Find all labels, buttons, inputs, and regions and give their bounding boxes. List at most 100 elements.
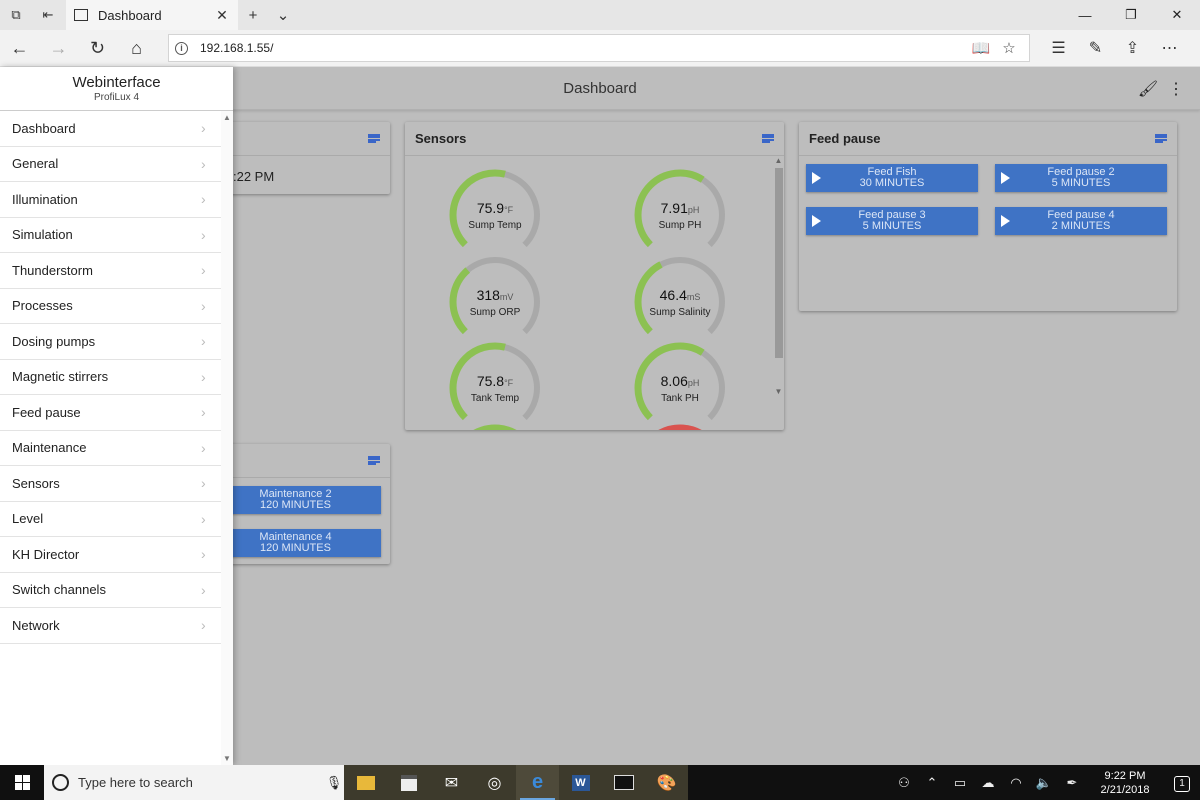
terminal-icon[interactable] [602, 765, 645, 800]
tab-preview-chevron-icon[interactable]: ⌄ [268, 0, 298, 30]
sidebar-item-label: Network [12, 617, 60, 633]
browser-tab[interactable]: Dashboard ✕ [66, 0, 238, 30]
sidebar-item-label: Feed pause [12, 404, 81, 420]
sidebar-item-sensors[interactable]: Sensors › [0, 466, 221, 502]
battery-icon[interactable]: ▭ [946, 775, 974, 791]
start-button[interactable] [0, 765, 44, 800]
sidebar-item-general[interactable]: General › [0, 147, 221, 182]
sidebar-item-label: Sensors [12, 475, 60, 491]
share-icon[interactable]: ⇪ [1114, 30, 1151, 67]
sidebar-item-kh-director[interactable]: KH Director › [0, 537, 221, 573]
feed-pause-button[interactable]: Feed pause 3 5 MINUTES [806, 207, 978, 235]
sidebar-item-dashboard[interactable]: Dashboard › [0, 111, 221, 147]
sidebar-item-processes[interactable]: Processes › [0, 289, 221, 324]
scroll-down-icon[interactable]: ▼ [773, 387, 784, 396]
store-icon[interactable] [387, 765, 430, 800]
favorite-star-icon[interactable]: ☆ [995, 39, 1023, 57]
back-icon[interactable]: ← [0, 30, 39, 67]
sensors-card: Sensors 75.9°F Sump Temp 7.91pH Sump PH 318m… [405, 122, 784, 430]
paint-icon[interactable]: 🎨 [645, 765, 688, 800]
clock[interactable]: 9:22 PM 2/21/2018 [1086, 769, 1164, 797]
sidebar-item-network[interactable]: Network › [0, 608, 221, 644]
new-tab-icon[interactable]: + [238, 0, 268, 30]
search-placeholder[interactable]: Type here to search [78, 775, 324, 790]
sidebar-item-switch-channels[interactable]: Switch channels › [0, 573, 221, 608]
pen-icon[interactable]: ✒ [1058, 775, 1086, 791]
favorites-hub-icon[interactable]: ☰ [1040, 30, 1077, 67]
volume-icon[interactable]: 🔈 [1030, 775, 1058, 791]
maintenance-button[interactable]: Maintenance 2 120 MINUTES [210, 486, 381, 514]
edge-icon[interactable]: e [516, 765, 559, 800]
chevron-up-icon[interactable]: ⌃ [918, 775, 946, 791]
sidebar: Webinterface ProfiLux 4 Dashboard › Genera… [0, 67, 233, 765]
card-menu-icon[interactable] [1155, 133, 1167, 144]
gauge-value: 318mV [476, 287, 514, 303]
tab-actions-icon[interactable]: ⧉ [0, 0, 32, 30]
refresh-icon[interactable]: ↻ [78, 30, 117, 67]
tab-title: Dashboard [98, 7, 162, 23]
url-text[interactable]: 192.168.1.55/ [200, 41, 967, 55]
microphone-icon[interactable]: 🎙 [324, 775, 344, 791]
sidebar-item-dosing-pumps[interactable]: Dosing pumps › [0, 324, 221, 360]
gauge-partial [445, 420, 545, 430]
web-note-icon[interactable]: ✎ [1077, 30, 1114, 67]
sidebar-item-label: Switch channels [12, 582, 106, 598]
play-icon [812, 215, 821, 227]
groove-music-icon[interactable]: ◎ [473, 765, 516, 800]
clock-date: 2/21/2018 [1100, 783, 1150, 796]
chevron-right-icon: › [201, 475, 206, 492]
sensors-scrollbar[interactable]: ▲ ▼ [773, 156, 784, 396]
feed-pause-button[interactable]: Feed Fish 30 MINUTES [806, 164, 978, 192]
card-menu-icon[interactable] [368, 133, 380, 144]
sidebar-item-level[interactable]: Level › [0, 502, 221, 537]
gauge-unit: pH [687, 378, 700, 388]
address-bar[interactable]: i 192.168.1.55/ 📖 ☆ [168, 34, 1030, 62]
gauge-label: Sump Salinity [649, 307, 711, 318]
sidebar-scrollbar[interactable]: ▲ ▼ [221, 111, 233, 765]
taskbar-search[interactable]: Type here to search 🎙 [44, 765, 344, 800]
time-value: :22 PM [233, 169, 275, 184]
site-info-icon[interactable]: i [175, 41, 188, 55]
feed-pause-button[interactable]: Feed pause 4 2 MINUTES [995, 207, 1167, 235]
sidebar-menu: Dashboard › General › Illumination › Simulatio… [0, 111, 221, 644]
brush-icon[interactable]: 🖌 [1134, 79, 1162, 99]
taskbar: Type here to search 🎙 ✉ ◎ e W 🎨 ⚇ ⌃ ▭ ☁ … [0, 765, 1200, 800]
mail-icon[interactable]: ✉ [430, 765, 473, 800]
sidebar-item-magnetic-stirrers[interactable]: Magnetic stirrers › [0, 360, 221, 395]
scroll-up-icon[interactable]: ▲ [773, 156, 784, 165]
feed-pause-button[interactable]: Feed pause 2 5 MINUTES [995, 164, 1167, 192]
cortana-icon[interactable] [52, 774, 69, 791]
scroll-down-icon[interactable]: ▼ [221, 754, 233, 763]
card-menu-icon[interactable] [762, 133, 774, 144]
reading-view-icon[interactable]: 📖 [967, 39, 995, 57]
scroll-thumb[interactable] [775, 168, 783, 358]
scroll-up-icon[interactable]: ▲ [221, 113, 233, 122]
sidebar-item-feed-pause[interactable]: Feed pause › [0, 395, 221, 431]
chevron-right-icon: › [201, 368, 206, 385]
maintenance-button[interactable]: Maintenance 4 120 MINUTES [210, 529, 381, 557]
sensor-gauge: 7.91pH Sump PH [630, 165, 730, 265]
set-tabs-aside-icon[interactable]: ⇤ [32, 0, 64, 30]
people-icon[interactable]: ⚇ [890, 775, 918, 791]
forward-icon[interactable]: → [39, 30, 78, 67]
chevron-right-icon: › [201, 404, 206, 421]
sidebar-item-thunderstorm[interactable]: Thunderstorm › [0, 253, 221, 289]
onedrive-icon[interactable]: ☁ [974, 775, 1002, 791]
home-icon[interactable]: ⌂ [117, 30, 156, 67]
close-window-icon[interactable]: ✕ [1154, 0, 1200, 30]
card-menu-icon[interactable] [368, 455, 380, 466]
maximize-icon[interactable]: ❐ [1108, 0, 1154, 30]
minimize-icon[interactable]: — [1062, 0, 1108, 30]
sidebar-item-maintenance[interactable]: Maintenance › [0, 431, 221, 466]
more-icon[interactable]: ⋯ [1151, 30, 1188, 67]
word-icon[interactable]: W [559, 765, 602, 800]
action-center-icon[interactable]: 1 [1164, 774, 1200, 792]
sidebar-item-simulation[interactable]: Simulation › [0, 218, 221, 253]
wifi-icon[interactable]: ◠ [1002, 775, 1030, 791]
kebab-menu-icon[interactable]: ⋮ [1162, 79, 1190, 99]
sidebar-item-illumination[interactable]: Illumination › [0, 182, 221, 218]
file-explorer-icon[interactable] [344, 765, 387, 800]
close-tab-icon[interactable]: ✕ [214, 7, 230, 24]
chevron-right-icon: › [201, 297, 206, 314]
sidebar-item-label: Dashboard [12, 120, 76, 136]
